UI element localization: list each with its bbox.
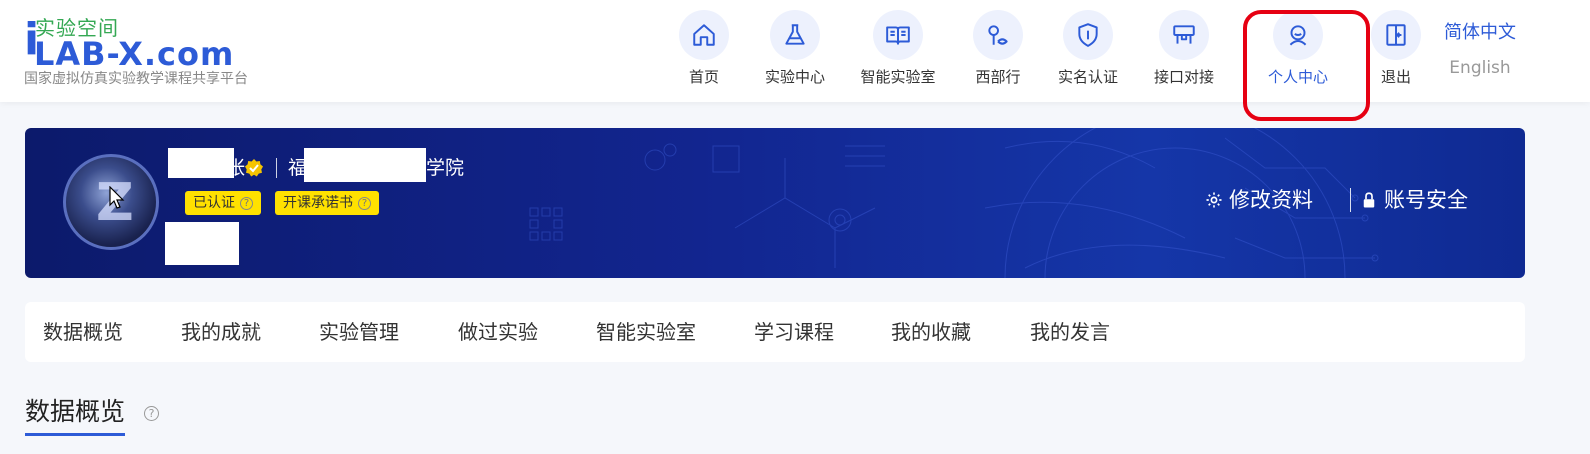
help-icon[interactable]: ? [358,196,371,210]
language-switcher: 简体中文 English [1430,22,1530,78]
action-divider [1350,188,1351,212]
edit-profile-label: 修改资料 [1229,188,1313,212]
badge-label: 已认证 [193,195,235,211]
nav-item-smart-lab[interactable]: 智能实验室 [853,10,943,90]
verified-badge-icon [245,159,263,177]
school-name-suffix: 学院 [426,157,465,179]
user-name-suffix: 张 [226,157,246,179]
book-icon [873,10,923,60]
nav-item-home[interactable]: 首页 [659,10,749,90]
top-header: i 实验空间 LAB-X.com 国家虚拟仿真实验教学课程共享平台 首页 实验中… [0,0,1590,121]
nav-label: 智能实验室 [860,68,936,86]
tab-my-posts[interactable]: 我的发言 [1030,319,1110,345]
nav-item-logout[interactable]: 退出 [1351,10,1441,90]
flask-icon [770,10,820,60]
edit-profile-button[interactable]: 修改资料 [1205,186,1313,214]
tab-my-favorites[interactable]: 我的收藏 [891,319,971,345]
help-icon[interactable]: ? [144,406,159,421]
tab-experiment-management[interactable]: 实验管理 [319,319,399,345]
nav-item-personal-center[interactable]: 个人中心 [1253,10,1343,90]
tab-data-overview[interactable]: 数据概览 [43,319,123,345]
lang-english[interactable]: English [1430,58,1530,78]
home-icon [679,10,729,60]
account-security-label: 账号安全 [1384,188,1468,212]
badge-label: 开课承诺书 [283,195,353,211]
account-security-button[interactable]: 账号安全 [1360,186,1468,214]
help-icon[interactable]: ? [240,196,253,210]
nav-label: 退出 [1380,68,1411,86]
nav-item-west[interactable]: 西部行 [953,10,1043,90]
nav-item-realname[interactable]: 实名认证 [1043,10,1133,90]
main-nav: 首页 实验中心 智能实验室 西部行 实名认证 接口对接 个人中心 退出 [0,10,1590,90]
nav-item-interface[interactable]: 接口对接 [1139,10,1229,90]
tab-smart-lab[interactable]: 智能实验室 [596,319,696,345]
lock-icon [1363,192,1375,208]
redacted-school [304,148,426,182]
verified-badge[interactable]: 已认证 ? [185,191,261,215]
profile-banner: Z 张 福 学院 已认证 ? 开课承诺书 ? 修改资料 账号安全 [25,128,1525,278]
section-title-underline [25,433,125,436]
tab-done-experiments[interactable]: 做过实验 [458,319,538,345]
tab-learning-courses[interactable]: 学习课程 [754,319,834,345]
gear-icon [1206,192,1222,208]
nav-item-lab-center[interactable]: 实验中心 [750,10,840,90]
name-divider [276,158,277,178]
map-route-icon [973,10,1023,60]
mouse-cursor-icon [109,186,125,209]
nav-label: 西部行 [975,68,1021,86]
logout-icon [1371,10,1421,60]
nav-label: 实名认证 [1057,68,1118,86]
nav-label: 首页 [688,68,719,86]
redacted-info [165,222,239,265]
profile-tabs: 数据概览 我的成就 实验管理 做过实验 智能实验室 学习课程 我的收藏 我的发言 [25,302,1525,362]
redacted-name [168,148,234,178]
user-icon [1273,10,1323,60]
section-title: 数据概览 [25,397,126,426]
nav-label: 个人中心 [1267,68,1328,86]
tab-my-achievements[interactable]: 我的成就 [181,319,261,345]
lang-chinese[interactable]: 简体中文 [1430,22,1530,44]
shield-icon [1063,10,1113,60]
nav-label: 实验中心 [764,68,825,86]
nav-label: 接口对接 [1153,68,1214,86]
interface-icon [1159,10,1209,60]
course-commitment-badge[interactable]: 开课承诺书 ? [275,191,379,215]
